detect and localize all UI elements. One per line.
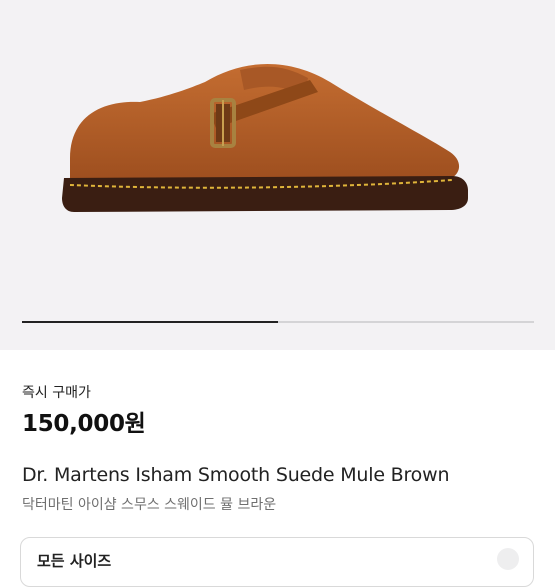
price-label: 즉시 구매가 [22, 385, 91, 401]
size-select[interactable]: 모든 사이즈 [20, 537, 534, 587]
size-select-label: 모든 사이즈 [37, 552, 112, 570]
image-carousel-indicator [22, 321, 534, 323]
carousel-progress-bar [22, 321, 278, 323]
product-subtitle: 닥터마틴 아이샴 스무스 스웨이드 뮬 브라운 [22, 497, 277, 513]
product-title: Dr. Martens Isham Smooth Suede Mule Brow… [22, 464, 450, 486]
price-value: 150,000원 [22, 411, 146, 437]
brown-suede-mule-shoe-image [62, 64, 468, 212]
arrows-icon [497, 548, 519, 570]
product-image-area[interactable] [0, 0, 555, 350]
